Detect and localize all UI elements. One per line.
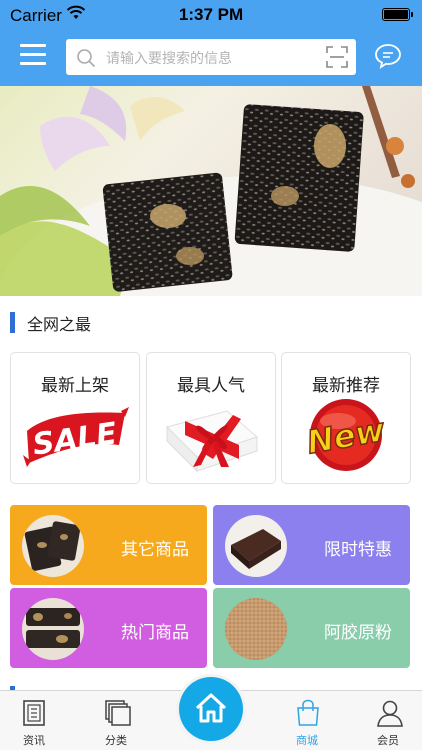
category-icon xyxy=(105,700,131,726)
tab-label: 会员 xyxy=(377,734,399,747)
section-accent-bar xyxy=(10,312,15,333)
feature-cards: 最新上架 SALE 最具人气 最新推荐 New xyxy=(0,346,422,492)
card-recommended[interactable]: 最新推荐 New xyxy=(281,352,411,484)
tile-label: 热门商品 xyxy=(121,623,189,643)
tab-mall[interactable]: 商城 xyxy=(277,691,337,750)
tile-hot-products[interactable]: 热门商品 xyxy=(10,588,207,668)
section-title: 全网之最 xyxy=(27,315,92,334)
tab-news[interactable]: 资讯 xyxy=(4,691,64,750)
banner-carousel[interactable] xyxy=(0,86,422,296)
tile-limited-offer[interactable]: 限时特惠 xyxy=(213,505,410,585)
tab-category[interactable]: 分类 xyxy=(86,691,146,750)
shopping-bag-icon xyxy=(297,699,319,726)
top-nav: 请输入要搜索的信息 xyxy=(0,30,422,86)
product-thumbnail xyxy=(22,598,84,660)
category-grid: 其它商品 限时特惠 热门商品 阿胶原粉 xyxy=(0,492,422,690)
product-thumbnail xyxy=(225,515,287,577)
home-icon xyxy=(195,693,227,723)
status-bar: Carrier 1:37 PM xyxy=(0,0,422,30)
section-header: 全网之最 xyxy=(0,296,422,346)
scan-icon[interactable] xyxy=(326,46,348,68)
user-icon xyxy=(377,700,403,727)
tab-label-active: 商城 xyxy=(296,734,318,747)
tile-ejiao-powder[interactable]: 阿胶原粉 xyxy=(213,588,410,668)
tab-member[interactable]: 会员 xyxy=(358,691,418,750)
home-button[interactable] xyxy=(179,677,243,741)
news-icon xyxy=(23,700,45,726)
tile-other-products[interactable]: 其它商品 xyxy=(10,505,207,585)
card-newest[interactable]: 最新上架 SALE xyxy=(10,352,140,484)
tile-label: 其它商品 xyxy=(121,540,189,560)
menu-icon[interactable] xyxy=(20,44,46,66)
search-bar[interactable]: 请输入要搜索的信息 xyxy=(66,39,356,75)
card-popular[interactable]: 最具人气 xyxy=(146,352,276,484)
tab-label: 资讯 xyxy=(23,734,45,747)
search-input[interactable]: 请输入要搜索的信息 xyxy=(106,48,232,68)
product-thumbnail xyxy=(225,598,287,660)
search-icon xyxy=(77,49,96,68)
new-badge-icon: New xyxy=(303,399,389,471)
status-time: 1:37 PM xyxy=(178,5,244,24)
sale-badge-icon: SALE xyxy=(23,407,129,467)
banner-image xyxy=(0,86,422,296)
gift-box-icon xyxy=(166,410,258,473)
tab-label: 分类 xyxy=(105,734,127,747)
card-label: 最新上架 xyxy=(41,376,109,396)
chat-bubble-icon[interactable] xyxy=(374,43,402,69)
battery-icon xyxy=(382,8,413,21)
card-label: 最具人气 xyxy=(177,376,245,396)
tile-label: 阿胶原粉 xyxy=(324,623,392,643)
tile-label: 限时特惠 xyxy=(324,540,392,560)
card-label: 最新推荐 xyxy=(312,376,380,396)
product-thumbnail xyxy=(22,515,84,577)
